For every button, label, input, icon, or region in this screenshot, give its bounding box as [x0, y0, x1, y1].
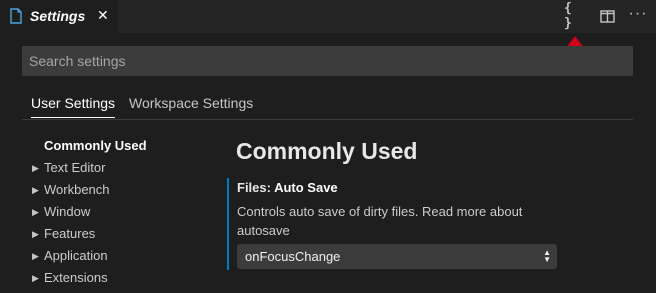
setting-category: Files: [237, 180, 275, 195]
editor-tab-bar: Settings ✕ { } ··· [0, 0, 656, 33]
tab-workspace-settings[interactable]: Workspace Settings [129, 95, 253, 117]
chevron-right-icon: ▶ [32, 273, 39, 283]
toc-item-label: Commonly Used [44, 138, 147, 153]
toc-item-extensions[interactable]: ▶ Extensions [30, 267, 210, 289]
toc-item-label: Features [44, 226, 96, 241]
open-settings-json-button[interactable]: { } [564, 1, 586, 31]
chevron-right-icon: ▶ [32, 185, 39, 195]
settings-tab[interactable]: Settings ✕ [0, 0, 118, 33]
toc-item-window[interactable]: ▶ Window [30, 201, 210, 223]
split-editor-icon[interactable] [596, 6, 618, 26]
more-actions-icon[interactable]: ··· [627, 4, 649, 24]
toc-item-commonly-used[interactable]: Commonly Used [30, 135, 210, 157]
toc-item-text-editor[interactable]: ▶ Text Editor [30, 157, 210, 179]
search-input[interactable] [22, 46, 633, 76]
chevron-right-icon: ▶ [32, 229, 39, 239]
setting-files-auto-save: Files: Auto Save Controls auto save of d… [227, 178, 559, 270]
toc-item-label: Workbench [44, 182, 110, 197]
toc-item-label: Application [44, 248, 108, 263]
file-icon [10, 8, 22, 24]
toc-item-workbench[interactable]: ▶ Workbench [30, 179, 210, 201]
tab-user-settings[interactable]: User Settings [31, 95, 116, 118]
select-value: onFocusChange [245, 249, 341, 264]
toc-item-application[interactable]: ▶ Application [30, 245, 210, 267]
select-arrows-icon: ▲ ▼ [543, 248, 551, 264]
chevron-right-icon: ▶ [32, 207, 39, 217]
setting-label: Files: Auto Save [237, 180, 338, 195]
description-text: Controls auto save of dirty files. Read … [237, 204, 523, 238]
toc-item-label: Text Editor [44, 160, 106, 175]
chevron-right-icon: ▶ [32, 163, 39, 173]
toc-item-label: Extensions [44, 270, 108, 285]
chevron-right-icon: ▶ [32, 251, 39, 261]
section-title: Commonly Used [236, 138, 418, 164]
toc-item-label: Window [44, 204, 91, 219]
auto-save-select[interactable]: onFocusChange ▲ ▼ [237, 244, 557, 269]
tab-title: Settings [30, 8, 86, 24]
close-icon[interactable]: ✕ [97, 7, 109, 24]
settings-scope-tabs: User Settings Workspace Settings [22, 88, 633, 120]
setting-name: Auto Save [274, 180, 338, 195]
settings-toc: Commonly Used ▶ Text Editor ▶ Workbench … [30, 135, 210, 289]
toc-item-features[interactable]: ▶ Features [30, 223, 210, 245]
